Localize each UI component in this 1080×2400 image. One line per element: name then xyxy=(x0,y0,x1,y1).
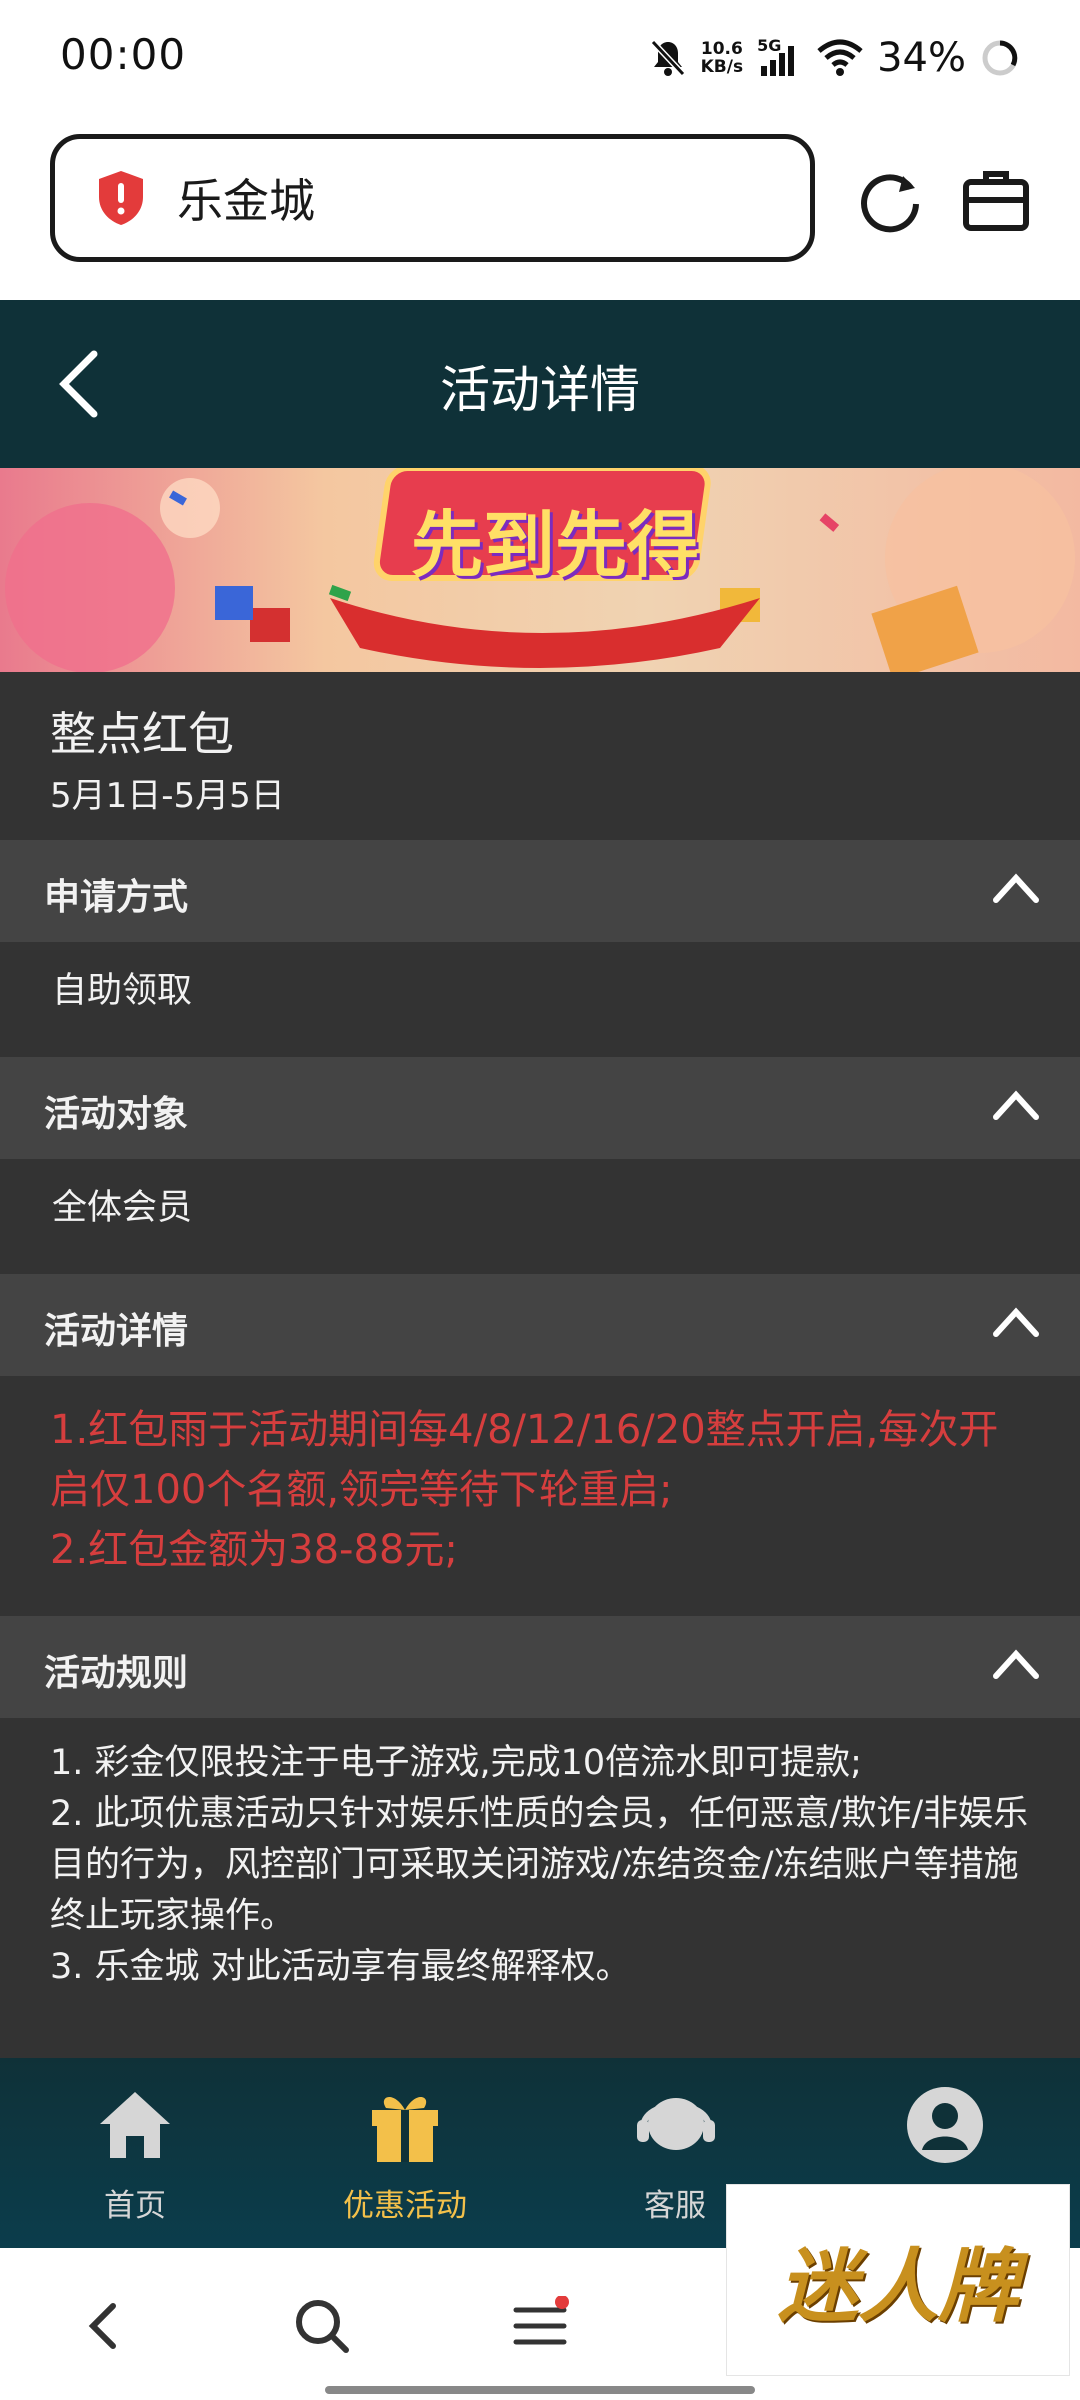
rules-text: 1. 彩金仅限投注于电子游戏,完成10倍流水即可提款; 2. 此项优惠活动只针对… xyxy=(50,1738,1030,1993)
chevron-up-icon[interactable] xyxy=(992,1087,1040,1123)
headset-icon xyxy=(637,2098,715,2150)
status-time: 00:00 xyxy=(60,30,187,79)
menu-icon[interactable] xyxy=(510,2296,570,2356)
search-icon[interactable] xyxy=(292,2296,352,2356)
banner-headline: 先到先得 xyxy=(410,503,699,587)
details-line: 2.红包金额为38-88元; xyxy=(50,1527,458,1573)
tab-label: 优惠活动 xyxy=(343,2188,467,2224)
tab-promotions[interactable]: 优惠活动 xyxy=(270,2058,540,2248)
home-icon xyxy=(100,2092,170,2158)
watermark-logo: 迷人牌 xyxy=(726,2184,1070,2376)
status-icons: 10.6 KB/s 5G 34% xyxy=(649,30,1020,86)
section-apply-method-header[interactable]: 申请方式 xyxy=(0,840,1080,942)
promo-banner: 先到先得 xyxy=(0,468,1080,672)
shield-warning-icon[interactable] xyxy=(95,169,147,227)
net-speed: 10.6 KB/s xyxy=(700,39,744,77)
page-title: 活动详情 xyxy=(440,361,640,419)
signal-icon: 5G xyxy=(757,36,803,78)
section-label: 活动对象 xyxy=(44,1094,189,1135)
promo-title: 整点红包 xyxy=(50,707,234,761)
chevron-up-icon[interactable] xyxy=(992,1304,1040,1340)
rules-line: 3. 乐金城 对此活动享有最终解释权。 xyxy=(50,1947,631,1987)
promo-content: 整点红包 5月1日-5月5日 申请方式 自助领取 活动对象 全体会员 活动详情 … xyxy=(0,672,1080,2060)
section-label: 活动详情 xyxy=(44,1311,189,1352)
section-label: 申请方式 xyxy=(44,877,189,918)
mute-bell-icon xyxy=(650,39,685,77)
details-text: 1.红包雨于活动期间每4/8/12/16/20整点开启,每次开启仅100个名额,… xyxy=(50,1400,1010,1580)
section-apply-method-body: 自助领取 xyxy=(0,942,1080,1057)
chevron-up-icon[interactable] xyxy=(992,870,1040,906)
chevron-up-icon[interactable] xyxy=(992,1646,1040,1682)
section-details-body: 1.红包雨于活动期间每4/8/12/16/20整点开启,每次开启仅100个名额,… xyxy=(0,1376,1080,1616)
section-rules-header[interactable]: 活动规则 xyxy=(0,1616,1080,1718)
address-text: 乐金城 xyxy=(177,174,315,228)
gift-icon xyxy=(372,2096,438,2162)
status-bar: 00:00 10.6 KB/s 5G 34% xyxy=(0,0,1080,118)
details-line: 1.红包雨于活动期间每4/8/12/16/20整点开启,每次开启仅100个名额,… xyxy=(50,1407,999,1513)
tab-label: 首页 xyxy=(104,2188,166,2224)
reload-icon[interactable] xyxy=(855,166,925,236)
page-header: 活动详情 xyxy=(0,300,1080,468)
section-label: 活动规则 xyxy=(44,1653,189,1694)
rules-line: 2. 此项优惠活动只针对娱乐性质的会员，任何恶意/欺诈/非娱乐目的行为，风控部门… xyxy=(50,1794,1029,1936)
wifi-icon xyxy=(817,39,863,76)
battery-level: 34% xyxy=(877,35,966,81)
briefcase-icon[interactable] xyxy=(960,164,1032,236)
rules-line: 1. 彩金仅限投注于电子游戏,完成10倍流水即可提款; xyxy=(50,1743,862,1783)
promo-header: 整点红包 5月1日-5月5日 xyxy=(0,672,1080,840)
user-icon xyxy=(907,2087,983,2163)
section-target-body: 全体会员 xyxy=(0,1159,1080,1274)
home-indicator[interactable] xyxy=(325,2386,755,2394)
browser-toolbar: 乐金城 xyxy=(0,118,1080,300)
section-details-header[interactable]: 活动详情 xyxy=(0,1274,1080,1376)
section-rules-body: 1. 彩金仅限投注于电子游戏,完成10倍流水即可提款; 2. 此项优惠活动只针对… xyxy=(0,1718,1080,2060)
section-body-text: 自助领取 xyxy=(52,971,193,1011)
back-icon[interactable] xyxy=(75,2296,135,2356)
section-body-text: 全体会员 xyxy=(52,1188,193,1228)
address-bar[interactable]: 乐金城 xyxy=(50,134,815,262)
watermark-text: 迷人牌 xyxy=(778,2240,1018,2333)
promo-date: 5月1日-5月5日 xyxy=(50,776,285,816)
section-target-header[interactable]: 活动对象 xyxy=(0,1057,1080,1159)
tab-home[interactable]: 首页 xyxy=(0,2058,270,2248)
battery-ring-icon xyxy=(982,40,1018,76)
